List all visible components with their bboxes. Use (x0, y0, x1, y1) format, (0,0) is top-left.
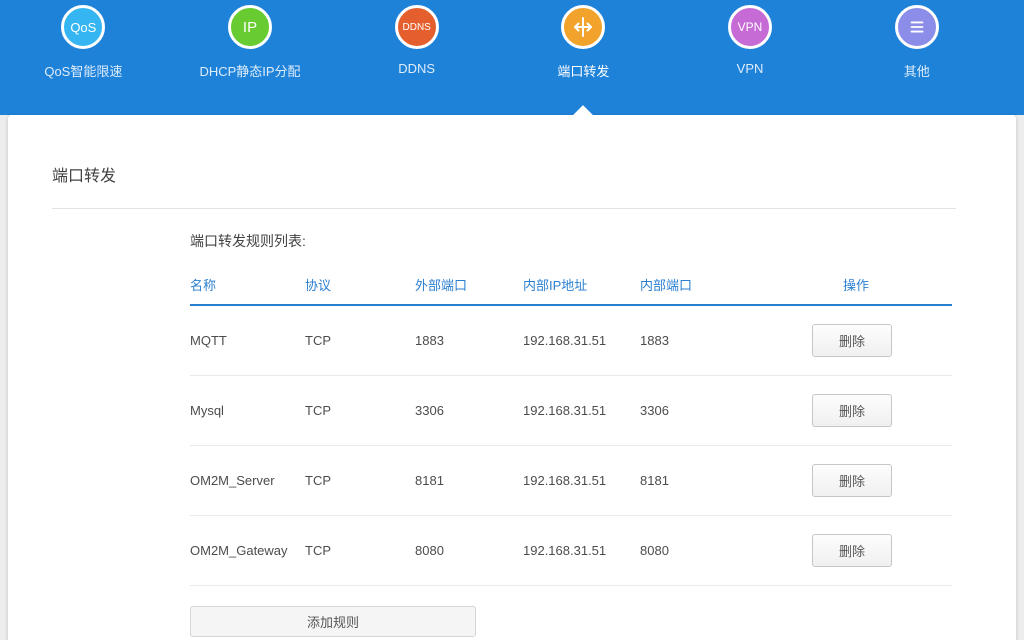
rule-internal-port-cell: 1883 (640, 333, 669, 348)
table-row: OM2M_Server TCP 8181 192.168.31.51 8181 … (190, 446, 952, 516)
table-row: OM2M_Gateway TCP 8080 192.168.31.51 8080… (190, 516, 952, 586)
nav-item-label: DHCP静态IP分配 (199, 64, 301, 79)
port-forward-icon (561, 5, 606, 49)
rule-name-cell: OM2M_Server (190, 473, 275, 488)
rule-protocol-cell: TCP (305, 333, 331, 348)
rule-internal-ip-cell: 192.168.31.51 (523, 403, 607, 418)
rule-name-cell: Mysql (190, 403, 224, 418)
nav-item-label: 其他 (903, 64, 930, 79)
rule-internal-ip-cell: 192.168.31.51 (523, 473, 607, 488)
rule-internal-ip-cell: 192.168.31.51 (523, 543, 607, 558)
panel-content: 端口转发规则列表: 名称 协议 外部端口 内部IP地址 内部端口 操作 MQTT… (190, 209, 952, 637)
nav-item-qos[interactable]: QoS QoS智能限速 (0, 0, 167, 80)
page-title: 端口转发 (52, 168, 117, 185)
nav-item-label: DDNS (398, 61, 436, 76)
rule-name-cell: MQTT (190, 333, 227, 348)
column-header-name: 名称 (190, 278, 217, 293)
rule-external-port-cell: 8080 (415, 543, 444, 558)
rule-internal-port-cell: 8181 (640, 473, 669, 488)
delete-rule-button[interactable]: 删除 (812, 534, 892, 567)
rule-external-port-cell: 3306 (415, 403, 444, 418)
vpn-icon: VPN (728, 5, 773, 49)
column-header-external-port: 外部端口 (415, 278, 468, 293)
feature-nav: QoS QoS智能限速 IP DHCP静态IP分配 DDNS DDNS 端口转发… (0, 0, 1024, 115)
column-header-internal-ip: 内部IP地址 (523, 278, 588, 293)
nav-item-label: QoS智能限速 (44, 64, 123, 79)
qos-icon: QoS (61, 5, 106, 49)
delete-rule-button[interactable]: 删除 (812, 394, 892, 427)
table-header-row: 名称 协议 外部端口 内部IP地址 内部端口 操作 (190, 251, 952, 306)
nav-item-vpn[interactable]: VPN VPN (667, 0, 834, 80)
nav-item-port-forward[interactable]: 端口转发 (500, 0, 667, 80)
ip-icon: IP (228, 5, 272, 49)
rule-action-cell: 删除 (812, 394, 952, 427)
rule-internal-port-cell: 8080 (640, 543, 669, 558)
delete-rule-button[interactable]: 删除 (812, 324, 892, 357)
nav-item-label: 端口转发 (557, 64, 610, 79)
port-forward-table: 名称 协议 外部端口 内部IP地址 内部端口 操作 MQTT TCP 1883 … (190, 251, 952, 586)
table-row: MQTT TCP 1883 192.168.31.51 1883 删除 (190, 306, 952, 376)
ip-icon-text: IP (242, 18, 258, 36)
add-rule-button[interactable]: 添加规则 (190, 606, 476, 637)
rule-external-port-cell: 1883 (415, 333, 444, 348)
rule-external-port-cell: 8181 (415, 473, 444, 488)
qos-icon-text: QoS (70, 19, 97, 35)
menu-icon-glyph (910, 21, 924, 33)
rule-name-cell: OM2M_Gateway (190, 543, 288, 558)
nav-item-ddns[interactable]: DDNS DDNS (333, 0, 500, 80)
rule-internal-ip-cell: 192.168.31.51 (523, 333, 607, 348)
nav-item-dhcp[interactable]: IP DHCP静态IP分配 (167, 0, 334, 80)
nav-item-other[interactable]: 其他 (833, 0, 1000, 80)
column-header-action: 操作 (843, 278, 870, 293)
rule-action-cell: 删除 (812, 324, 952, 357)
rule-protocol-cell: TCP (305, 473, 331, 488)
rule-action-cell: 删除 (812, 464, 952, 497)
ddns-icon: DDNS (394, 5, 439, 49)
rule-action-cell: 删除 (812, 534, 952, 567)
column-header-protocol: 协议 (305, 278, 332, 293)
column-header-internal-port: 内部端口 (640, 278, 693, 293)
nav-item-label: VPN (736, 61, 764, 76)
rule-list-label: 端口转发规则列表: (190, 233, 306, 249)
port-forward-panel: 端口转发 端口转发规则列表: 名称 协议 外部端口 内部IP地址 内部端口 操作… (8, 105, 1016, 640)
feature-nav-items: QoS QoS智能限速 IP DHCP静态IP分配 DDNS DDNS 端口转发… (0, 0, 1000, 80)
rule-protocol-cell: TCP (305, 543, 331, 558)
table-row: Mysql TCP 3306 192.168.31.51 3306 删除 (190, 376, 952, 446)
rule-internal-port-cell: 3306 (640, 403, 669, 418)
menu-icon (894, 5, 939, 49)
ddns-icon-text: DDNS (402, 21, 431, 33)
vpn-icon-text: VPN (737, 20, 763, 34)
rule-protocol-cell: TCP (305, 403, 331, 418)
port-forward-icon-glyph (574, 17, 593, 37)
delete-rule-button[interactable]: 删除 (812, 464, 892, 497)
